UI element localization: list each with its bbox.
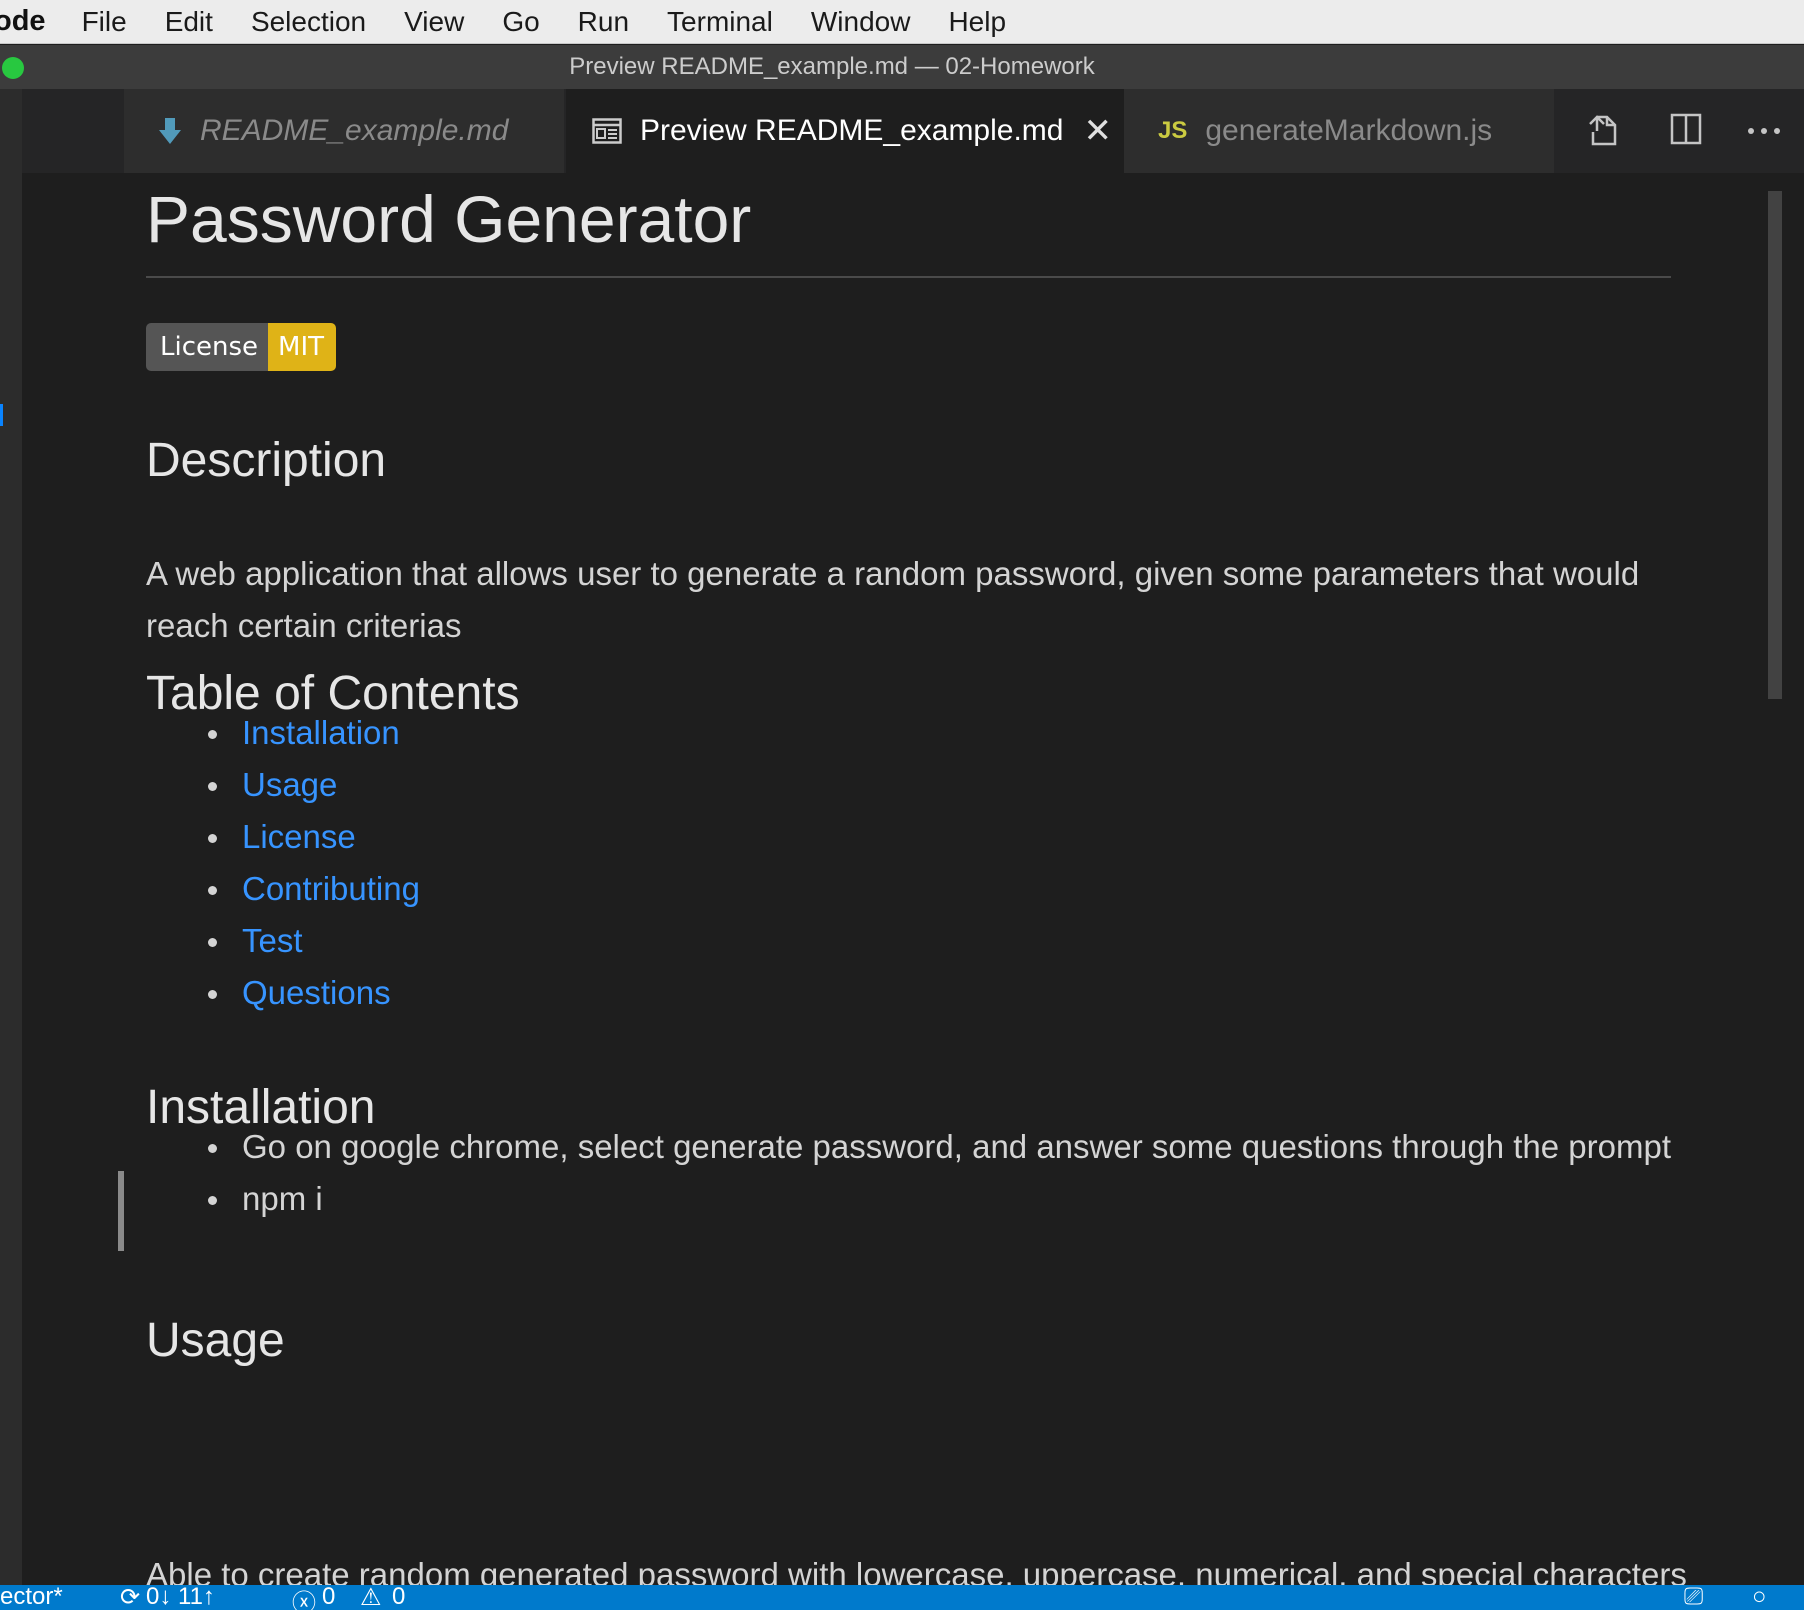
- scrollbar-thumb[interactable]: [1768, 191, 1782, 699]
- description-text: A web application that allows user to ge…: [146, 555, 1640, 644]
- warning-count[interactable]: 0: [392, 1585, 405, 1610]
- list-item: npm i: [208, 1173, 1671, 1225]
- list-item: Installation: [208, 707, 420, 759]
- list-item: Contributing: [208, 863, 420, 915]
- toc-link-questions[interactable]: Questions: [242, 974, 391, 1011]
- list-item: License: [208, 811, 420, 863]
- window-title: Preview README_example.md — 02-Homework: [569, 53, 1095, 80]
- activity-bar-edge: [0, 89, 22, 1585]
- open-source-icon[interactable]: [1587, 111, 1625, 152]
- markdown-preview: Password Generator License MIT Descripti…: [22, 173, 1782, 1585]
- error-icon[interactable]: ⓧ: [292, 1585, 316, 1610]
- menu-help[interactable]: Help: [948, 6, 1006, 38]
- notifications-icon[interactable]: ○: [1752, 1585, 1767, 1610]
- close-icon[interactable]: ✕: [1084, 111, 1113, 151]
- js-icon: JS: [1158, 117, 1188, 144]
- menu-run[interactable]: Run: [578, 6, 629, 38]
- editor-tab-bar: README_example.md Preview README_example…: [22, 89, 1804, 173]
- tab-readme-source[interactable]: README_example.md: [124, 89, 564, 173]
- menu-view[interactable]: View: [404, 6, 464, 38]
- list-item: Test: [208, 915, 420, 967]
- preview-scrollbar[interactable]: [1768, 191, 1782, 1585]
- window-zoom-button[interactable]: [2, 57, 24, 79]
- title-divider: [146, 276, 1671, 278]
- list-item: Usage: [208, 759, 420, 811]
- activity-indicator: [0, 404, 3, 426]
- toc-link-license[interactable]: License: [242, 818, 356, 855]
- markdown-icon: [158, 116, 182, 146]
- menu-edit[interactable]: Edit: [165, 6, 213, 38]
- status-bar: ector* ⟳ 0↓ 11↑ ⓧ 0 ⚠ 0 ⎚ ○: [0, 1585, 1804, 1610]
- scroll-sync-marker: [118, 1171, 124, 1251]
- editor-actions: [1554, 89, 1804, 173]
- toc-link-contributing[interactable]: Contributing: [242, 870, 420, 907]
- list-item: Go on google chrome, select generate pas…: [208, 1121, 1671, 1173]
- tab-readme-preview[interactable]: Preview README_example.md ✕: [566, 89, 1142, 173]
- menu-window[interactable]: Window: [811, 6, 911, 38]
- license-badge[interactable]: License MIT: [146, 323, 337, 371]
- toc-list: Installation Usage License Contributing …: [208, 707, 420, 1019]
- menu-go[interactable]: Go: [502, 6, 539, 38]
- menu-bar: ode File Edit Selection View Go Run Term…: [0, 0, 1804, 44]
- toc-link-test[interactable]: Test: [242, 922, 303, 959]
- split-editor-icon[interactable]: [1670, 113, 1702, 150]
- tab-label: Preview README_example.md: [640, 114, 1064, 147]
- branch-status[interactable]: ector*: [0, 1585, 63, 1610]
- toc-link-usage[interactable]: Usage: [242, 766, 337, 803]
- usage-heading: Usage: [146, 1314, 285, 1367]
- more-actions-icon[interactable]: [1747, 122, 1781, 140]
- warning-icon[interactable]: ⚠: [360, 1585, 382, 1610]
- badge-value: MIT: [268, 323, 337, 371]
- description-heading: Description: [146, 434, 387, 487]
- menu-terminal[interactable]: Terminal: [667, 6, 773, 38]
- installation-list: Go on google chrome, select generate pas…: [208, 1121, 1671, 1225]
- usage-text: Able to create random generated password…: [146, 1556, 1687, 1585]
- menu-selection[interactable]: Selection: [251, 6, 366, 38]
- error-count[interactable]: 0: [322, 1585, 335, 1610]
- app-menu[interactable]: ode: [0, 5, 46, 38]
- window-title-bar: Preview README_example.md — 02-Homework: [0, 45, 1804, 89]
- sync-status[interactable]: 0↓ 11↑: [146, 1585, 215, 1610]
- list-item: Questions: [208, 967, 420, 1019]
- tab-label: README_example.md: [200, 114, 509, 147]
- tab-generate-markdown[interactable]: JS generateMarkdown.js: [1124, 89, 1554, 173]
- preview-icon: [592, 118, 622, 144]
- badge-label: License: [146, 323, 269, 371]
- doc-title: Password Generator: [146, 182, 752, 256]
- tab-label: generateMarkdown.js: [1205, 114, 1493, 147]
- feedback-icon[interactable]: ⎚: [1684, 1585, 1703, 1610]
- toc-link-installation[interactable]: Installation: [242, 714, 400, 751]
- menu-file[interactable]: File: [82, 6, 127, 38]
- sync-icon[interactable]: ⟳: [120, 1585, 140, 1610]
